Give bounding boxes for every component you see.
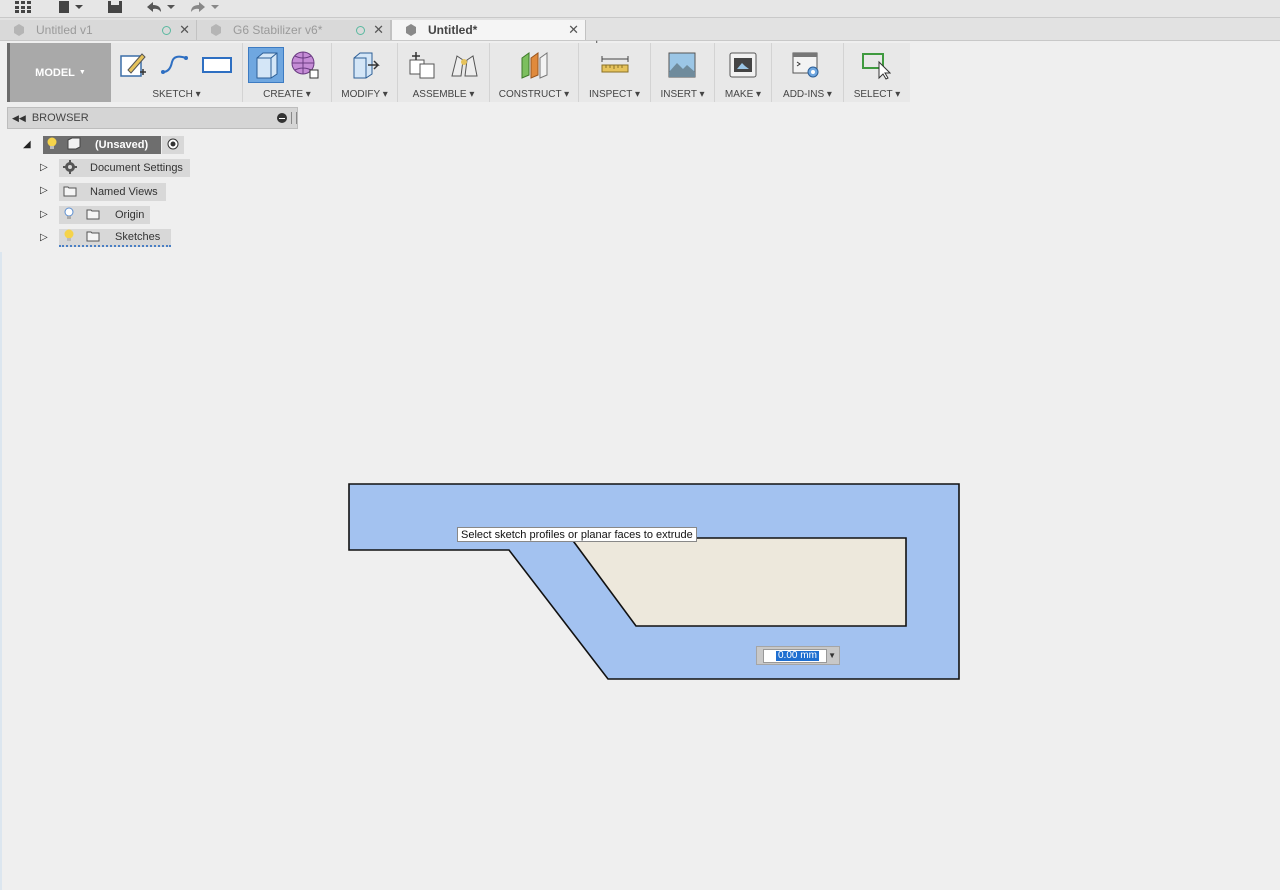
distance-input[interactable]: 0.00 mm — [763, 649, 827, 663]
sketch-canvas — [348, 483, 960, 680]
distance-manipulator[interactable]: 0.00 mm ▼ — [756, 646, 840, 665]
command-tooltip: Select sketch profiles or planar faces t… — [457, 527, 697, 542]
distance-value: 0.00 mm — [776, 650, 819, 661]
dropdown-arrow-icon[interactable]: ▼ — [828, 651, 836, 660]
